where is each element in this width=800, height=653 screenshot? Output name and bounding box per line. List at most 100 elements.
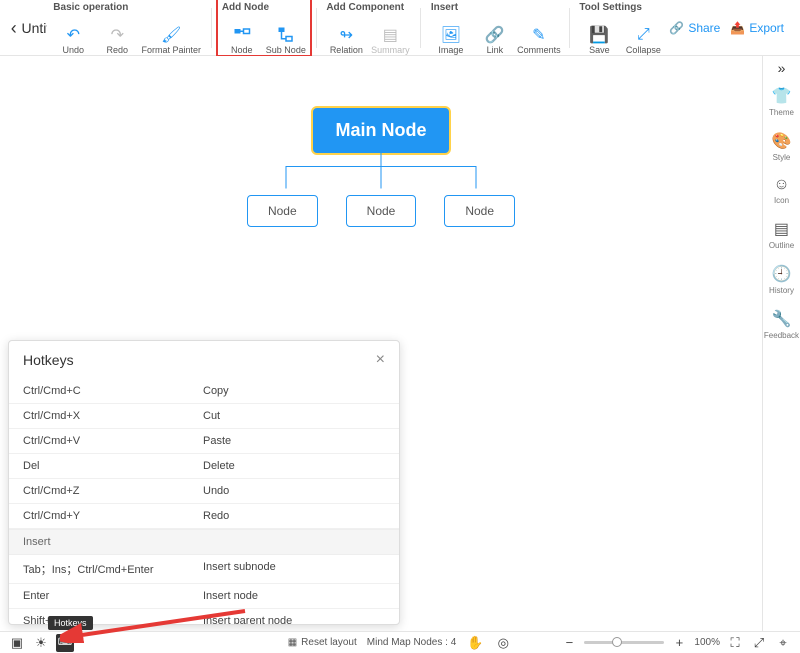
group-insert: Insert 🖼 Image 🔗 Link ✎ Comments	[425, 0, 565, 55]
group-tool-settings: Tool Settings 💾 Save ⤢ Collapse	[573, 0, 669, 55]
redo-icon: ↷	[107, 25, 127, 45]
hotkey-row: DelDelete	[9, 454, 399, 479]
center-button[interactable]: ⌖	[774, 634, 792, 652]
icon-icon: ☺	[773, 176, 789, 194]
bottom-bar: ▣ ☀ ⌨ Hotkeys ▦ Reset layout Mind Map No…	[0, 631, 800, 653]
hotkey-row: Tab；Ins；Ctrl/Cmd+EnterInsert subnode	[9, 555, 399, 584]
sidebar-outline[interactable]: ▤Outline	[769, 219, 794, 250]
top-toolbar: ‹ Untitl… Basic operation ↶ Undo ↷ Redo …	[0, 0, 800, 56]
group-basic-operation: Basic operation ↶ Undo ↷ Redo 🖌 Format P…	[47, 0, 207, 55]
hotkeys-title: Hotkeys	[23, 352, 74, 368]
sun-icon: ☀	[35, 635, 47, 651]
sidebar-icon[interactable]: ☺Icon	[773, 176, 789, 205]
save-button[interactable]: 💾 Save	[579, 15, 619, 55]
history-icon: 🕘	[772, 264, 792, 284]
group-label: Add Node	[222, 2, 306, 13]
reset-layout-button[interactable]: ▦ Reset layout	[288, 637, 357, 648]
minus-icon: −	[566, 635, 574, 650]
undo-button[interactable]: ↶ Undo	[53, 15, 93, 55]
zoom-slider[interactable]	[584, 641, 664, 644]
hotkey-row: Ctrl/Cmd+VPaste	[9, 429, 399, 454]
sidebar-feedback[interactable]: 🔧Feedback	[764, 309, 799, 340]
sidebar-history[interactable]: 🕘History	[769, 264, 794, 295]
center-icon: ⌖	[779, 635, 786, 651]
hotkey-row: Ctrl/Cmd+CCopy	[9, 379, 399, 404]
share-icon: 🔗	[669, 21, 684, 35]
theme-icon: 👕	[772, 86, 792, 106]
node-count: Mind Map Nodes : 4	[367, 637, 457, 648]
child-node[interactable]: Node	[247, 195, 318, 227]
child-node[interactable]: Node	[444, 195, 515, 227]
undo-icon: ↶	[63, 25, 83, 45]
group-add-component: Add Component ↬ Relation ▤ Summary	[320, 0, 416, 55]
sidebar-theme[interactable]: 👕Theme	[769, 86, 794, 117]
keyboard-icon: ⌨	[58, 637, 72, 648]
insert-image-button[interactable]: 🖼 Image	[431, 15, 471, 55]
hotkeys-tooltip: Hotkeys	[48, 616, 93, 630]
target-icon: ◎	[498, 635, 509, 651]
relation-icon: ↬	[336, 25, 356, 45]
fit-button[interactable]: ⛶	[726, 634, 744, 652]
export-icon: 📤	[730, 21, 745, 35]
add-node-button[interactable]: Node	[222, 15, 262, 55]
insert-link-button[interactable]: 🔗 Link	[475, 15, 515, 55]
back-button[interactable]: ‹	[6, 0, 21, 56]
brightness-button[interactable]: ☀	[32, 634, 50, 652]
hotkey-row: Ctrl/Cmd+YRedo	[9, 504, 399, 529]
close-button[interactable]: ×	[376, 351, 385, 369]
sidebar-collapse-button[interactable]: »	[778, 60, 786, 76]
subnode-icon	[276, 25, 296, 45]
hotkey-section: Insert	[9, 529, 399, 555]
fullscreen-button[interactable]: ⤢	[750, 634, 768, 652]
image-icon: 🖼	[441, 25, 461, 45]
style-icon: 🎨	[772, 131, 792, 151]
hotkeys-list[interactable]: Ctrl/Cmd+CCopy Ctrl/Cmd+XCut Ctrl/Cmd+VP…	[9, 379, 399, 624]
main-node[interactable]: Main Node	[311, 106, 450, 155]
zoom-in-button[interactable]: +	[670, 634, 688, 652]
hotkey-row: EnterInsert node	[9, 584, 399, 609]
divider	[211, 8, 212, 48]
fullscreen-icon: ⤢	[754, 635, 764, 651]
plus-icon: +	[676, 635, 684, 650]
mindmap: Main Node Node Node Node	[231, 106, 531, 227]
divider	[316, 8, 317, 48]
save-icon: 💾	[589, 25, 609, 45]
group-label: Insert	[431, 2, 559, 13]
comments-icon: ✎	[529, 25, 549, 45]
hotkeys-button[interactable]: ⌨ Hotkeys	[56, 634, 74, 652]
pan-button[interactable]: ✋	[466, 634, 484, 652]
redo-button[interactable]: ↷ Redo	[97, 15, 137, 55]
sidebar-style[interactable]: 🎨Style	[772, 131, 792, 162]
insert-comments-button[interactable]: ✎ Comments	[519, 15, 559, 55]
document-title[interactable]: Untitl…	[21, 0, 47, 56]
group-add-node: Add Node Node Sub Node	[216, 0, 312, 55]
export-button[interactable]: 📤 Export	[730, 21, 784, 35]
node-icon	[232, 25, 252, 45]
collapse-button[interactable]: ⤢ Collapse	[623, 15, 663, 55]
chevron-left-icon: ‹	[11, 18, 17, 39]
zoom-percent: 100%	[694, 637, 720, 648]
child-node[interactable]: Node	[346, 195, 417, 227]
outline-icon: ▤	[774, 219, 789, 239]
hotkeys-panel: Hotkeys × Ctrl/Cmd+CCopy Ctrl/Cmd+XCut C…	[8, 340, 400, 625]
collapse-icon: ⤢	[633, 25, 653, 45]
summary-icon: ▤	[380, 25, 400, 45]
zoom-out-button[interactable]: −	[560, 634, 578, 652]
share-button[interactable]: 🔗 Share	[669, 21, 720, 35]
right-sidebar: » 👕Theme 🎨Style ☺Icon ▤Outline 🕘History …	[762, 56, 800, 631]
summary-button[interactable]: ▤ Summary	[370, 15, 410, 55]
divider	[569, 8, 570, 48]
feedback-icon: 🔧	[772, 309, 792, 329]
close-icon: ×	[376, 351, 385, 368]
group-label: Add Component	[326, 2, 410, 13]
hotkey-row: Ctrl/Cmd+XCut	[9, 404, 399, 429]
group-label: Basic operation	[53, 2, 201, 13]
link-icon: 🔗	[485, 25, 505, 45]
add-subnode-button[interactable]: Sub Node	[266, 15, 306, 55]
presentation-button[interactable]: ▣	[8, 634, 26, 652]
hotkey-row: Ctrl/Cmd+ZUndo	[9, 479, 399, 504]
target-button[interactable]: ◎	[494, 634, 512, 652]
relation-button[interactable]: ↬ Relation	[326, 15, 366, 55]
format-painter-button[interactable]: 🖌 Format Painter	[141, 15, 201, 55]
zoom-thumb[interactable]	[612, 637, 622, 647]
